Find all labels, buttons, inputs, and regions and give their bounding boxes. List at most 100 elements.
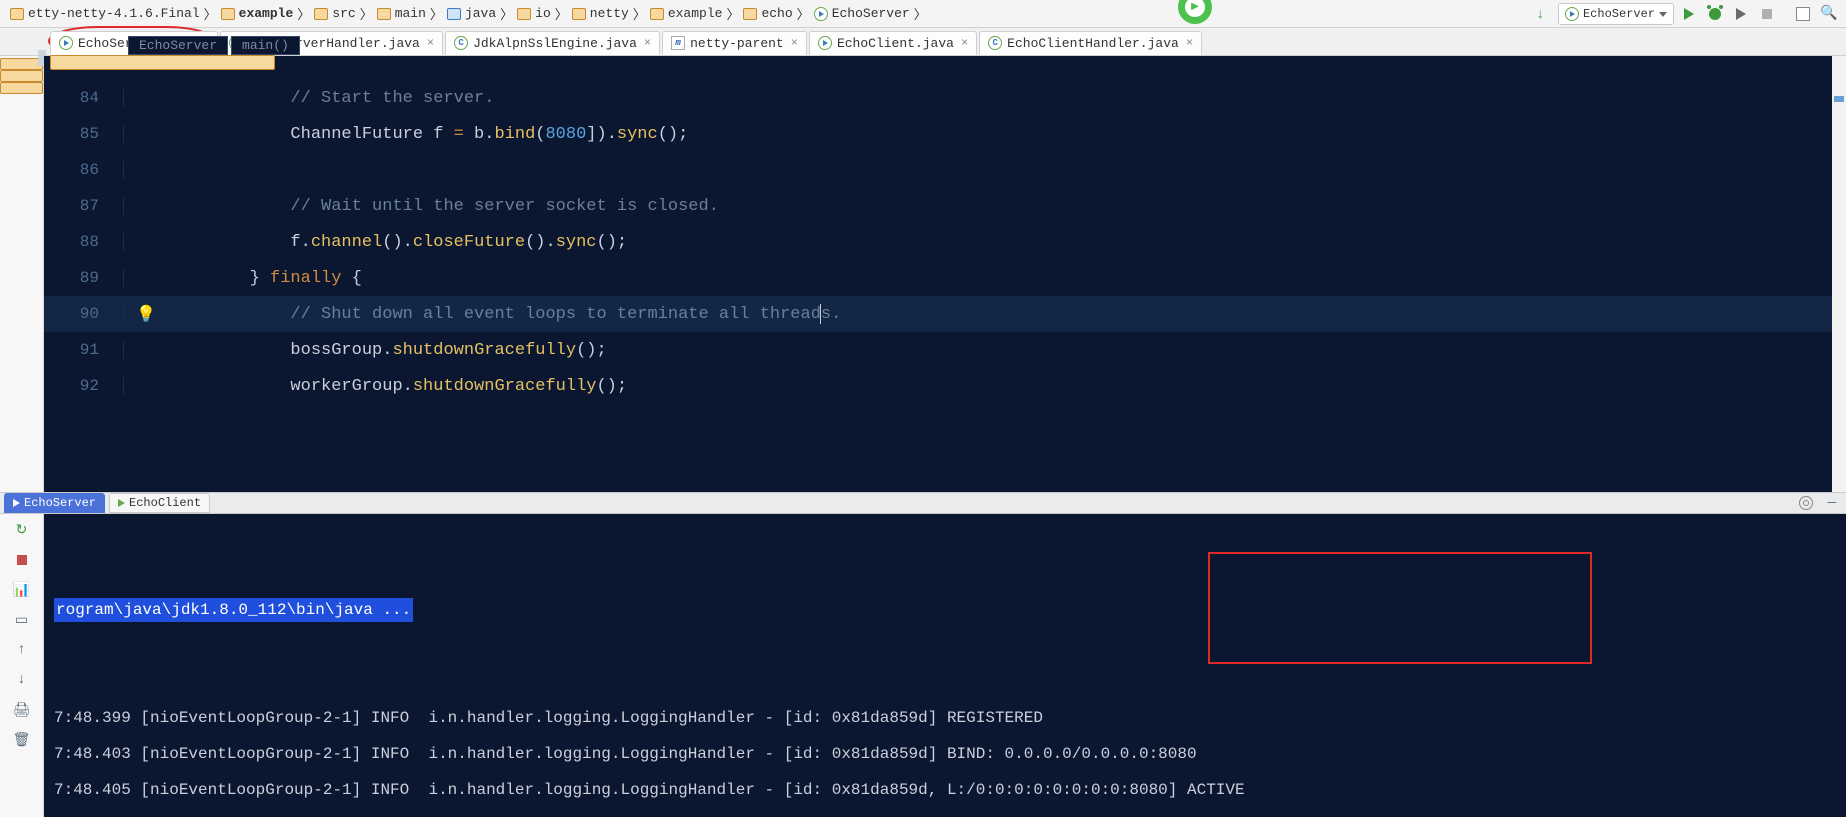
print-button[interactable]: 🖨	[12, 700, 32, 720]
stop-run-button[interactable]	[12, 550, 32, 570]
maven-icon	[671, 36, 685, 50]
code-line[interactable]: 87 // Wait until the server socket is cl…	[44, 188, 1846, 224]
editor-breadcrumb-item[interactable]: EchoServer	[128, 36, 228, 55]
code-line[interactable]: 88 f.channel().closeFuture().sync();	[44, 224, 1846, 260]
close-tab-button[interactable]: ×	[961, 36, 968, 50]
code-line[interactable]: 85 ChannelFuture f = b.bind(8080]).sync(…	[44, 116, 1846, 152]
editor-breadcrumb-item[interactable]: main()	[231, 36, 300, 55]
layout-button[interactable]: ▭	[12, 610, 32, 630]
breadcrumb-item[interactable]: netty	[568, 0, 633, 27]
breadcrumb-separator-icon: 〉	[555, 4, 568, 23]
run-button[interactable]	[1678, 3, 1700, 25]
tree-item-label[interactable]: codec-xml [netty-codec-xml]	[50, 55, 275, 70]
folder-icon	[314, 8, 328, 20]
code-content[interactable]: // Wait until the server socket is close…	[168, 197, 1846, 216]
line-number: 90	[44, 305, 124, 323]
code-line[interactable]: 89 } finally {	[44, 260, 1846, 296]
close-tab-button[interactable]: ×	[791, 36, 798, 50]
breadcrumb-separator-icon: 〉	[500, 4, 513, 23]
project-structure-button[interactable]	[1792, 3, 1814, 25]
tab-label: netty-parent	[690, 36, 784, 51]
bug-icon	[1709, 8, 1721, 20]
code-line[interactable]: 91 bossGroup.shutdownGracefully();	[44, 332, 1846, 368]
code-content[interactable]: // Shut down all event loops to terminat…	[168, 304, 1846, 324]
tree-row[interactable]: +	[0, 58, 43, 70]
lightbulb-icon[interactable]: 💡	[136, 304, 156, 324]
close-tab-button[interactable]: ×	[1186, 36, 1193, 50]
breadcrumb-item[interactable]: example	[646, 0, 727, 27]
runnable-class-icon	[818, 36, 832, 50]
code-content[interactable]: bossGroup.shutdownGracefully();	[168, 341, 1846, 360]
close-tab-button[interactable]: ×	[644, 36, 651, 50]
up-button[interactable]: ↑	[12, 640, 32, 660]
project-tree[interactable]: + + −	[0, 56, 44, 492]
console-output[interactable]: rogram\java\jdk1.8.0_112\bin\java ... 7:…	[44, 514, 1846, 817]
breadcrumb-separator-icon: 〉	[726, 4, 739, 23]
code-content[interactable]: f.channel().closeFuture().sync();	[168, 233, 1846, 252]
coverage-button[interactable]	[1730, 3, 1752, 25]
code-content[interactable]: ChannelFuture f = b.bind(8080]).sync();	[168, 125, 1846, 144]
folder-icon	[650, 8, 664, 20]
breadcrumb-item[interactable]: src	[310, 0, 359, 27]
code-editor[interactable]: EchoServer main() 84 // Start the server…	[44, 56, 1846, 492]
arrow-down-icon	[1536, 7, 1550, 21]
run-config-selector[interactable]: EchoServer	[1558, 3, 1674, 25]
breadcrumb-separator-icon: 〉	[297, 4, 310, 23]
line-number: 88	[44, 233, 124, 251]
search-everywhere-button[interactable]: 🔍	[1818, 3, 1840, 25]
code-content[interactable]: workerGroup.shutdownGracefully();	[168, 377, 1846, 396]
editor-scrollbar[interactable]	[1832, 56, 1846, 492]
code-line[interactable]: 86	[44, 152, 1846, 188]
editor-tab[interactable]: EchoClient.java ×	[809, 31, 977, 55]
breadcrumb-item[interactable]: main	[373, 0, 430, 27]
update-project-button[interactable]	[1532, 3, 1554, 25]
close-tab-button[interactable]: ×	[427, 36, 434, 50]
code-content[interactable]: // Start the server.	[168, 89, 1846, 108]
clear-button[interactable]: 🗑	[12, 730, 32, 750]
down-button[interactable]: ↓	[12, 670, 32, 690]
breadcrumb-separator-icon: 〉	[914, 4, 927, 23]
settings-button[interactable]	[1796, 493, 1816, 513]
tab-label: EchoClient.java	[837, 36, 954, 51]
dump-threads-button[interactable]: 📊	[12, 580, 32, 600]
log-line: 7:48.399 [nioEventLoopGroup-2-1] INFO i.…	[54, 700, 1836, 736]
line-number: 89	[44, 269, 124, 287]
code-line[interactable]: 92 workerGroup.shutdownGracefully();	[44, 368, 1846, 404]
code-line[interactable]: 84 // Start the server.	[44, 80, 1846, 116]
folder-icon	[743, 8, 757, 20]
hide-button[interactable]: —	[1822, 493, 1842, 513]
line-number: 92	[44, 377, 124, 395]
code-line[interactable]: 90 💡 // Shut down all event loops to term…	[44, 296, 1846, 332]
editor-tab[interactable]: JdkAlpnSslEngine.java×	[445, 31, 660, 55]
line-number: 84	[44, 89, 124, 107]
breadcrumb-separator-icon: 〉	[797, 4, 810, 23]
editor-tab[interactable]: netty-parent ×	[662, 31, 807, 55]
debug-button[interactable]	[1704, 3, 1726, 25]
stop-button[interactable]	[1756, 3, 1778, 25]
run-tab[interactable]: EchoClient	[109, 493, 210, 513]
minimize-icon: —	[1828, 495, 1836, 511]
breadcrumb-label: echo	[761, 6, 792, 21]
navigation-bar: etty-netty-4.1.6.Final〉 example〉 src〉 ma…	[0, 0, 1846, 28]
code-content[interactable]: } finally {	[168, 269, 1846, 288]
run-tab-label: EchoClient	[129, 496, 201, 510]
breadcrumb-label: netty	[590, 6, 629, 21]
breadcrumb-item[interactable]: io	[513, 0, 555, 27]
gutter[interactable]: 💡	[124, 304, 168, 324]
breadcrumb-item[interactable]: echo	[739, 0, 796, 27]
tree-row[interactable]: −	[0, 82, 43, 94]
folder-icon	[221, 8, 235, 20]
breadcrumb-item[interactable]: example	[217, 0, 298, 27]
breadcrumb-label: main	[395, 6, 426, 21]
breadcrumb-item[interactable]: etty-netty-4.1.6.Final	[6, 0, 204, 27]
run-tab[interactable]: EchoServer	[4, 493, 105, 513]
editor-tab[interactable]: EchoClientHandler.java×	[979, 31, 1202, 55]
tree-row[interactable]: +	[0, 70, 43, 82]
line-number: 91	[44, 341, 124, 359]
rerun-button[interactable]: ↻	[12, 520, 32, 540]
breadcrumb-separator-icon: 〉	[360, 4, 373, 23]
log-line: 7:48.405 [nioEventLoopGroup-2-1] INFO i.…	[54, 772, 1836, 808]
breadcrumb-item[interactable]: EchoServer	[810, 0, 914, 27]
breadcrumb-label: io	[535, 6, 551, 21]
breadcrumb-item[interactable]: java	[443, 0, 500, 27]
